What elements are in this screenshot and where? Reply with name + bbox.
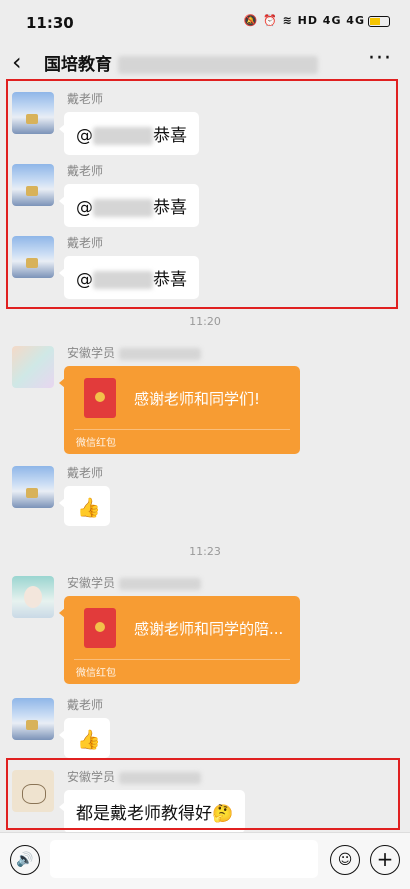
redacted-text xyxy=(119,577,202,590)
sender-name: 戴老师 xyxy=(67,466,104,480)
battery-icon xyxy=(368,15,390,27)
red-packet[interactable]: 感谢老师和同学们! 微信红包 xyxy=(59,366,300,454)
avatar[interactable] xyxy=(12,698,54,740)
status-icons: 🔕 ⏰ ≋ HD 4G 4G xyxy=(244,14,390,27)
red-envelope-icon xyxy=(84,378,116,418)
avatar[interactable] xyxy=(12,346,54,388)
timestamp: 11:23 xyxy=(189,545,221,558)
red-packet[interactable]: 感谢老师和同学的陪... 微信红包 xyxy=(59,596,300,684)
thumbs-up-icon: 👍 xyxy=(77,497,101,519)
message-bubble[interactable]: 👍 xyxy=(59,486,110,526)
chat-header: ‹ 国培教育 ··· xyxy=(0,40,410,84)
sender-name: 安徽学员 xyxy=(67,344,202,361)
red-packet-message: 感谢老师和同学的陪... xyxy=(134,620,284,638)
sender-name: 戴老师 xyxy=(67,698,104,712)
redacted-text xyxy=(119,347,202,360)
red-packet-label: 微信红包 xyxy=(76,668,116,679)
redacted-text xyxy=(118,56,318,74)
red-packet-message: 感谢老师和同学们! xyxy=(134,390,261,408)
timestamp: 11:20 xyxy=(189,315,221,328)
avatar[interactable] xyxy=(12,576,54,618)
thumbs-up-icon: 👍 xyxy=(77,729,101,751)
avatar[interactable] xyxy=(12,466,54,508)
back-button[interactable]: ‹ xyxy=(12,48,22,76)
red-envelope-icon xyxy=(84,608,116,648)
plus-icon[interactable]: + xyxy=(370,845,400,875)
status-bar: 11:30 🔕 ⏰ ≋ HD 4G 4G xyxy=(0,0,410,40)
highlight-box xyxy=(6,758,400,830)
more-button[interactable]: ··· xyxy=(368,46,392,71)
highlight-box xyxy=(6,79,398,309)
emoji-icon[interactable]: ☺ xyxy=(330,845,360,875)
sender-name: 安徽学员 xyxy=(67,574,202,591)
message-bubble[interactable]: 👍 xyxy=(59,718,110,758)
voice-icon[interactable]: 🔊 xyxy=(10,845,40,875)
chat-title: 国培教育 xyxy=(44,50,318,75)
status-time: 11:30 xyxy=(26,14,74,32)
input-bar: 🔊 ☺ + xyxy=(0,832,410,889)
red-packet-label: 微信红包 xyxy=(76,438,116,449)
message-input[interactable] xyxy=(50,840,318,878)
